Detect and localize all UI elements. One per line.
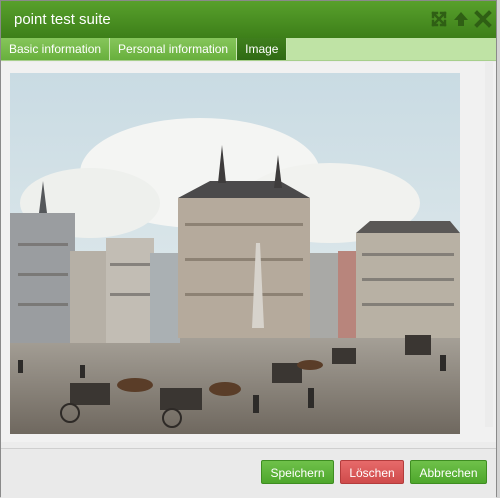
delete-button[interactable]: Löschen [340, 460, 404, 484]
expand-icon[interactable] [430, 10, 448, 28]
tab-image[interactable]: Image [237, 38, 288, 60]
market-square-photo [10, 73, 460, 434]
dialog: point test suite Basic information Perso… [0, 0, 497, 498]
content-scrollbar[interactable] [485, 62, 493, 427]
tab-personal-information[interactable]: Personal information [110, 38, 238, 60]
dialog-title: point test suite [14, 11, 111, 28]
titlebar-icons [430, 10, 492, 28]
save-button[interactable]: Speichern [261, 460, 334, 484]
cancel-button[interactable]: Abbrechen [410, 460, 487, 484]
dialog-footer: Speichern Löschen Abbrechen [1, 448, 496, 498]
dialog-titlebar[interactable]: point test suite [1, 1, 496, 38]
tab-bar: Basic information Personal information I… [1, 38, 496, 61]
tab-basic-information[interactable]: Basic information [1, 38, 111, 60]
tab-content [1, 62, 496, 442]
close-icon[interactable] [474, 10, 492, 28]
photo-illustration [10, 73, 460, 434]
arrow-up-icon[interactable] [452, 10, 470, 28]
